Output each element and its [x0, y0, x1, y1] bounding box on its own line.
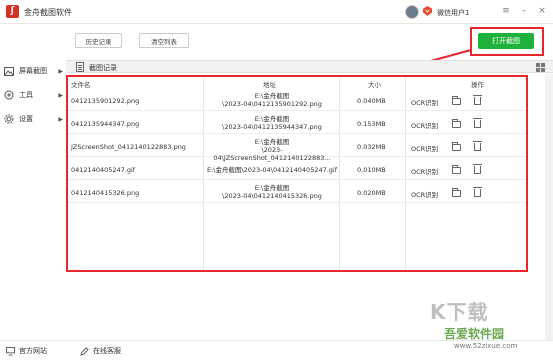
grid-view-icon[interactable] — [536, 63, 545, 72]
sidebar-item-tools[interactable]: 工具 ▶ — [0, 87, 66, 103]
document-icon — [76, 62, 84, 72]
folder-icon[interactable] — [452, 165, 461, 174]
trash-icon[interactable] — [473, 141, 482, 151]
title-bar: ʃ 金舟截图软件 微信用户1 ≡ – × — [0, 0, 553, 24]
pencil-icon — [80, 346, 89, 356]
file-size: 0.153MB — [357, 120, 386, 128]
sidebar-item-label: 工具 — [19, 91, 33, 99]
sidebar-item-screenshot[interactable]: 屏幕截图 ▶ — [0, 63, 66, 79]
table-row[interactable]: 0412140415326.png E:\金舟截图 \2023-04\04121… — [68, 181, 526, 203]
sidebar-item-label: 设置 — [19, 115, 33, 123]
sidebar-item-label: 屏幕截图 — [19, 67, 47, 75]
sidebar-item-settings[interactable]: 设置 ▶ — [0, 111, 66, 127]
file-address: E:\金舟截图 \2023-04\0412135944347.png — [222, 115, 322, 131]
sidebar: 屏幕截图 ▶ 工具 ▶ 设置 ▶ — [0, 24, 66, 339]
clear-list-button[interactable]: 清空列表 — [139, 33, 189, 48]
folder-icon[interactable] — [452, 188, 461, 197]
app-title: 金舟截图软件 — [24, 8, 72, 17]
file-name: 0412140415326.png — [71, 189, 140, 197]
minimize-icon[interactable]: – — [519, 6, 529, 16]
folder-icon[interactable] — [452, 96, 461, 105]
watermark-mark: K下载 — [430, 300, 489, 324]
vip-badge-icon[interactable] — [423, 6, 432, 16]
chevron-right-icon: ▶ — [58, 115, 63, 123]
official-website-link[interactable]: 官方网站 — [6, 346, 47, 356]
online-support-link[interactable]: 在线客服 — [80, 346, 121, 356]
table-row[interactable]: 0412135901292.png E:\金舟截图 \2023-04\04121… — [68, 89, 526, 111]
close-icon[interactable]: × — [537, 6, 547, 16]
open-screenshot-button[interactable]: 打开截图 — [478, 33, 534, 49]
ocr-button[interactable]: OCR识别 — [411, 189, 438, 199]
table-row[interactable]: JZScreenShot_0412140122883.png E:\金舟截图 \… — [68, 135, 526, 162]
watermark-brand: 吾爱软件园 — [444, 327, 505, 341]
file-name: 0412135944347.png — [71, 120, 140, 128]
file-name: 0412140405247.gif — [71, 166, 136, 174]
history-button[interactable]: 历史记录 — [75, 33, 122, 48]
gear-icon — [3, 113, 15, 125]
avatar[interactable] — [405, 5, 419, 19]
column-header-actions: 操作 — [471, 81, 484, 89]
trash-icon[interactable] — [473, 95, 482, 105]
watermark: K下载 吾爱软件园 www.52zixue.com — [410, 296, 550, 358]
ocr-button[interactable]: OCR识别 — [411, 97, 438, 107]
folder-icon[interactable] — [452, 119, 461, 128]
image-icon — [3, 65, 15, 77]
file-size: 0.032MB — [357, 143, 386, 151]
file-address: E:\金舟截图 \2023-04\0412140415326.png — [222, 184, 322, 200]
folder-icon[interactable] — [452, 142, 461, 151]
file-name: JZScreenShot_0412140122883.png — [71, 143, 186, 151]
watermark-url: www.52zixue.com — [454, 342, 518, 350]
ocr-button[interactable]: OCR识别 — [411, 166, 438, 176]
tools-icon — [3, 89, 15, 101]
file-size: 0.040MB — [357, 97, 386, 105]
trash-icon[interactable] — [473, 187, 482, 197]
table-row[interactable]: 0412135944347.png E:\金舟截图 \2023-04\04121… — [68, 112, 526, 134]
records-table: 文件名 地址 大小 操作 0412135901292.png E:\金舟截图 \… — [66, 75, 528, 272]
app-logo: ʃ — [6, 5, 19, 18]
column-header-address[interactable]: 地址 — [263, 79, 276, 89]
file-address: E:\金舟截图 \2023-04\0412135901292.png — [222, 92, 322, 108]
column-header-size[interactable]: 大小 — [368, 79, 381, 89]
username[interactable]: 微信用户1 — [437, 8, 469, 18]
ocr-button[interactable]: OCR识别 — [411, 143, 438, 153]
file-name: 0412135901292.png — [71, 97, 140, 105]
file-size: 0.010MB — [357, 166, 386, 174]
monitor-icon — [6, 346, 15, 356]
file-size: 0.020MB — [357, 189, 386, 197]
menu-icon[interactable]: ≡ — [501, 6, 511, 16]
file-address: E:\金舟截图\2023-04\0412140405247.gif — [206, 166, 338, 174]
trash-icon[interactable] — [473, 164, 482, 174]
chevron-right-icon: ▶ — [58, 67, 63, 75]
ocr-button[interactable]: OCR识别 — [411, 120, 438, 130]
trash-icon[interactable] — [473, 118, 482, 128]
screenshot-records-header: 截图记录 — [66, 60, 553, 73]
column-header-filename[interactable]: 文件名 — [71, 79, 91, 89]
section-title: 截图记录 — [89, 64, 117, 72]
table-row[interactable]: 0412140405247.gif E:\金舟截图\2023-04\041214… — [68, 158, 526, 180]
chevron-right-icon: ▶ — [58, 91, 63, 99]
